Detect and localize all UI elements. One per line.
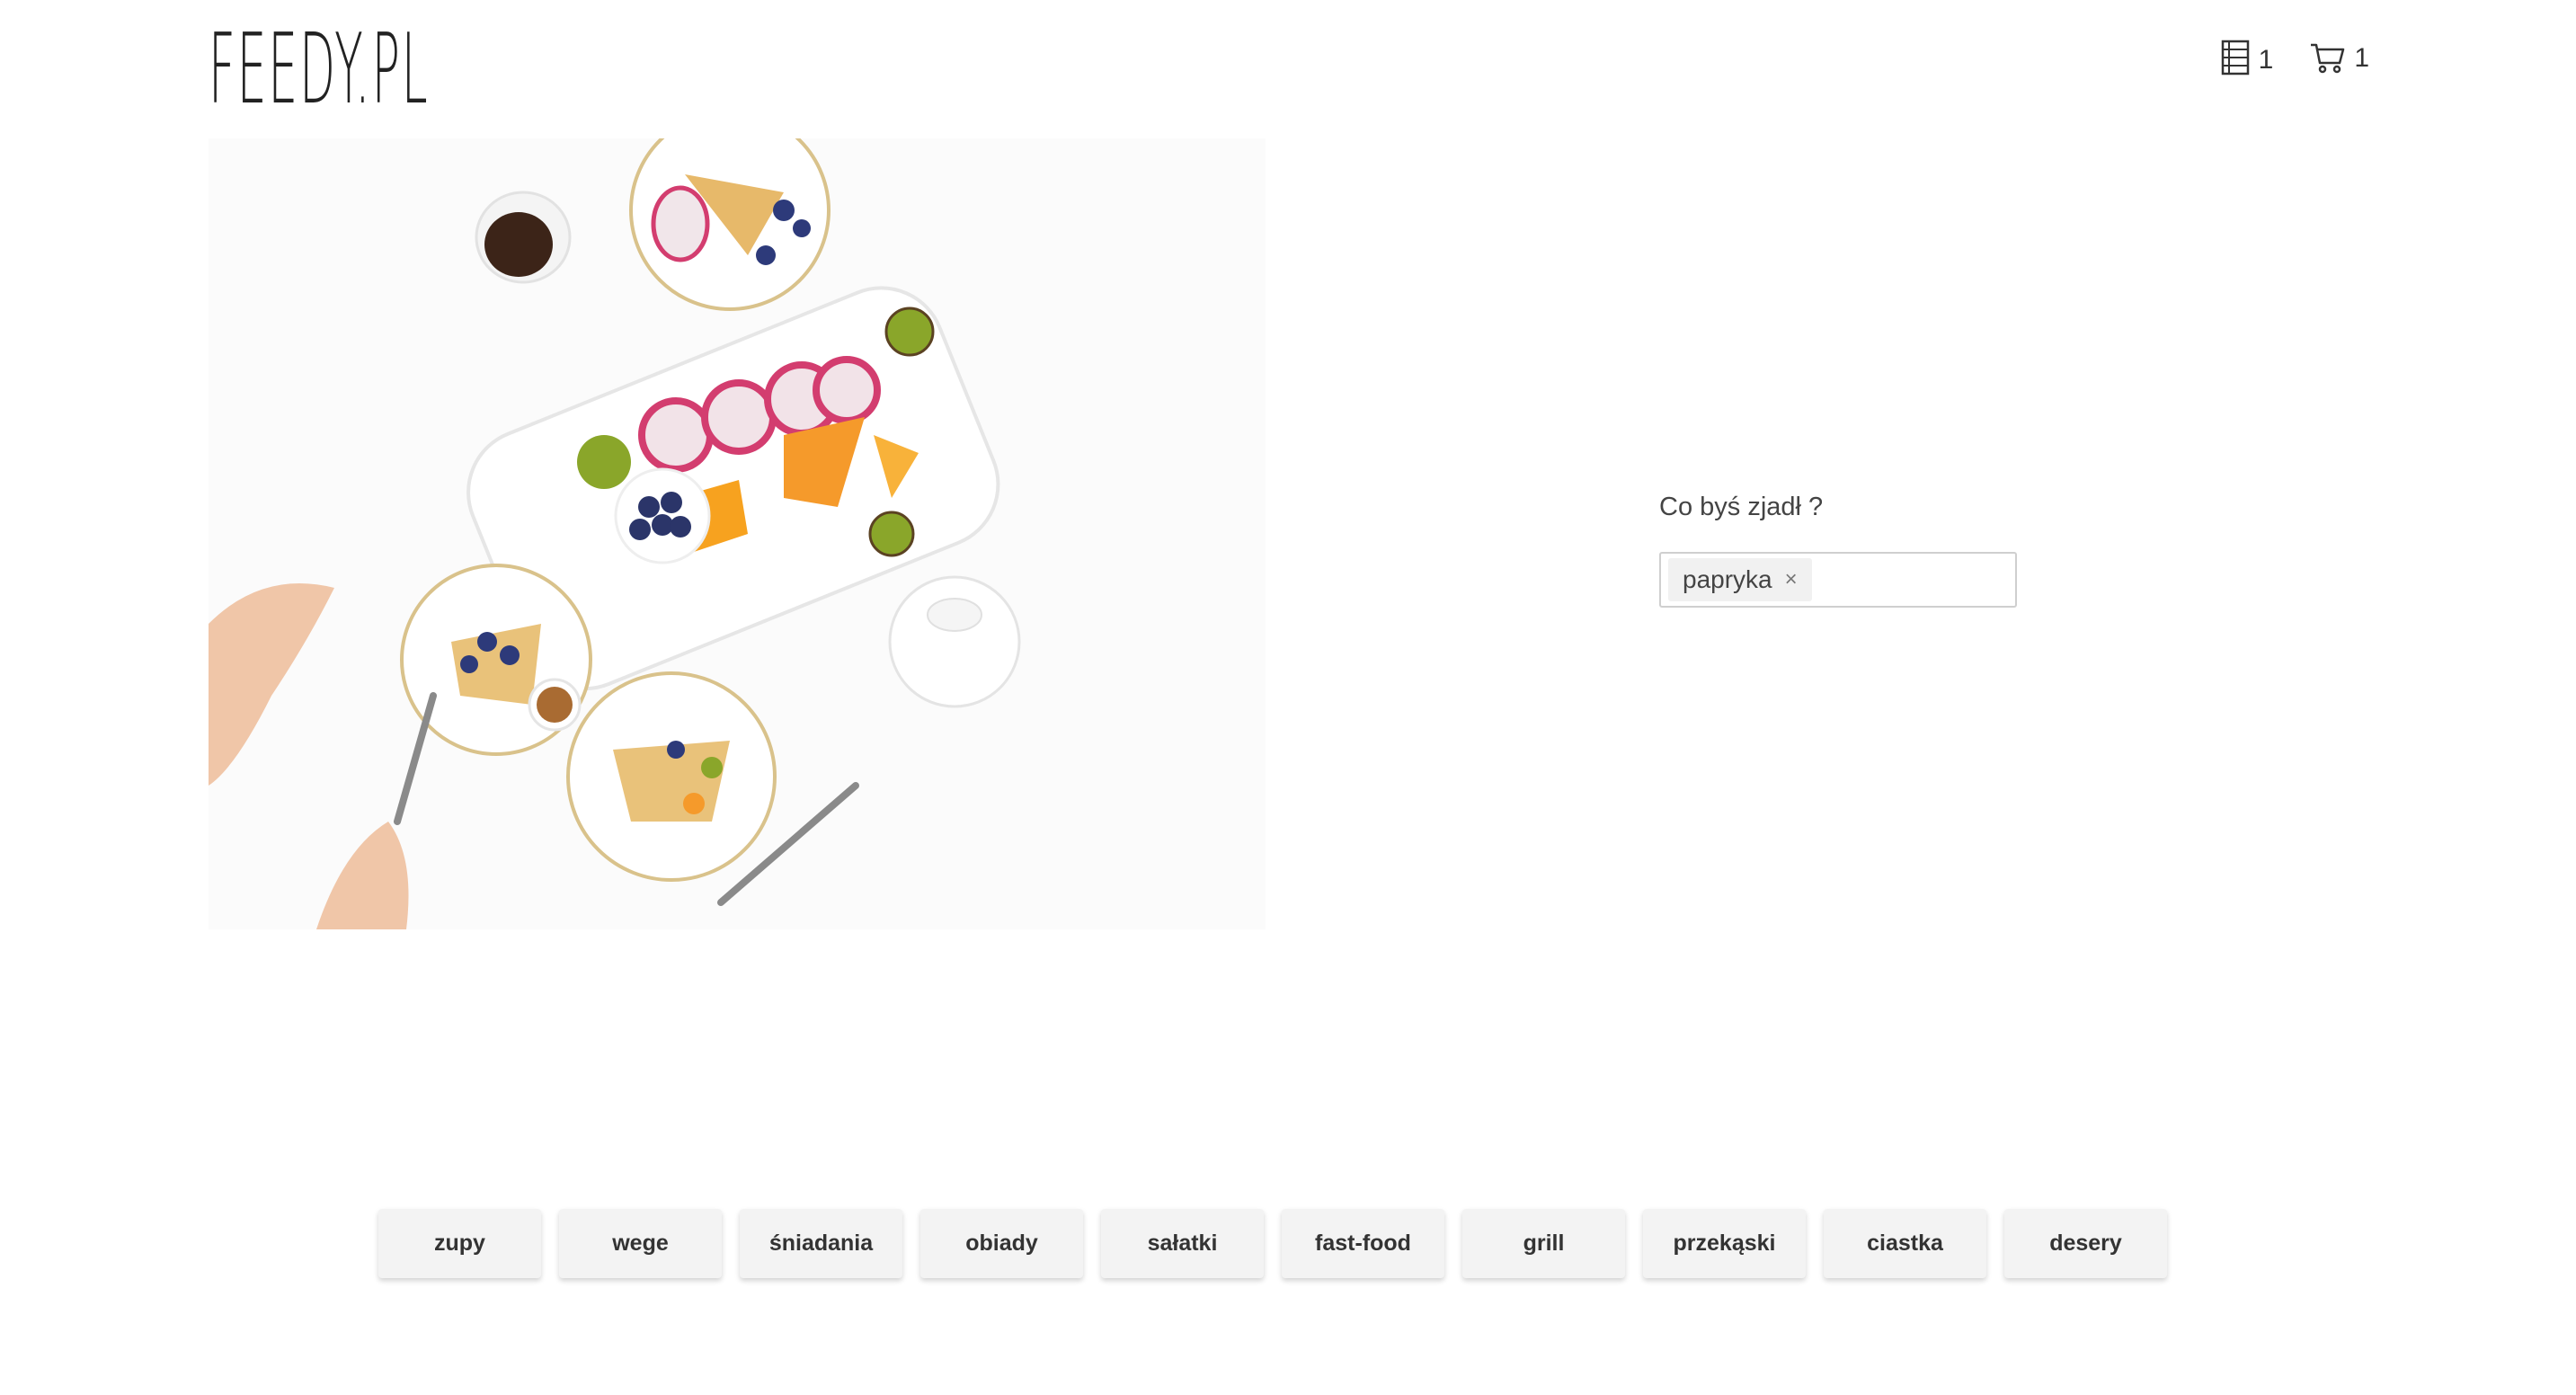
hero-food-image (209, 138, 1266, 929)
category-button-desery[interactable]: desery (2004, 1209, 2167, 1278)
header: FEEDY.PL 1 1 (0, 0, 2576, 135)
list-count: 1 (2258, 45, 2274, 75)
header-actions: 1 1 (2221, 40, 2369, 76)
cart-icon (2309, 41, 2345, 74)
shopping-list-button[interactable]: 1 (2221, 40, 2274, 76)
ingredient-tag: papryka × (1668, 558, 1812, 601)
category-button-sniadania[interactable]: śniadania (740, 1209, 902, 1278)
category-button-zupy[interactable]: zupy (378, 1209, 541, 1278)
ingredient-search-input[interactable]: papryka × (1659, 552, 2017, 608)
site-logo[interactable]: FEEDY.PL (209, 22, 430, 119)
search-area: Co byś zjadł ? papryka × (1659, 493, 2017, 608)
cart-button[interactable]: 1 (2309, 41, 2369, 74)
category-button-obiady[interactable]: obiady (920, 1209, 1083, 1278)
category-button-wege[interactable]: wege (559, 1209, 722, 1278)
category-buttons: zupy wege śniadania obiady sałatki fast-… (378, 1209, 2167, 1278)
list-icon (2221, 40, 2250, 76)
ingredient-tag-label: papryka (1683, 565, 1772, 593)
search-label: Co byś zjadł ? (1659, 493, 1824, 521)
remove-tag-icon[interactable]: × (1785, 567, 1798, 592)
category-button-ciastka[interactable]: ciastka (1824, 1209, 1986, 1278)
category-button-salatki[interactable]: sałatki (1101, 1209, 1264, 1278)
category-button-fast-food[interactable]: fast-food (1282, 1209, 1444, 1278)
cart-count: 1 (2354, 43, 2369, 73)
category-button-przekaski[interactable]: przekąski (1643, 1209, 1806, 1278)
category-button-grill[interactable]: grill (1462, 1209, 1625, 1278)
